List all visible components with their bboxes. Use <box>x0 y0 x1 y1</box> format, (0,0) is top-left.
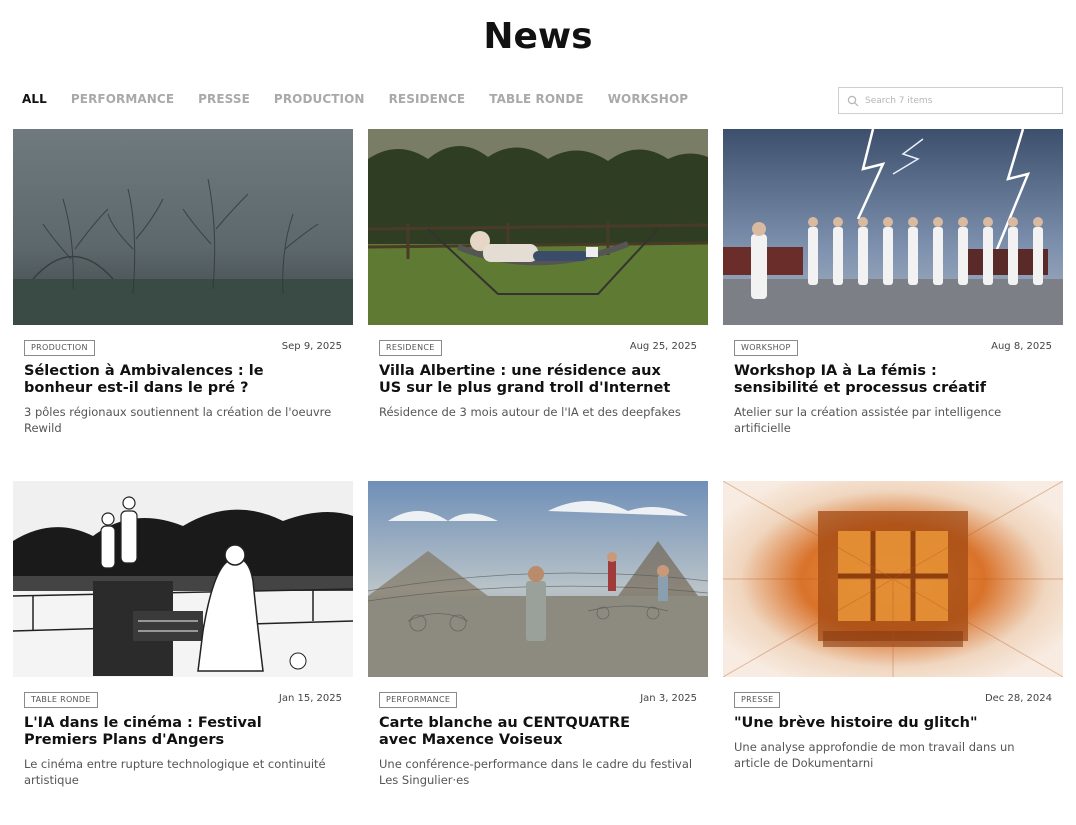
filter-table-ronde[interactable]: TABLE RONDE <box>489 92 583 106</box>
card-title-line-2: bonheur est-il dans le pré ? <box>24 380 249 396</box>
news-thumbnail[interactable] <box>368 129 708 325</box>
post-date: Aug 8, 2025 <box>991 341 1052 352</box>
category-tag: RESIDENCE <box>379 340 442 356</box>
card-title-line-2: avec Maxence Voiseux <box>379 732 563 748</box>
card-description: 3 pôles régionaux soutiennent la créatio… <box>24 405 332 435</box>
search-icon <box>847 95 859 106</box>
card-title[interactable]: "Une brève histoire du glitch" <box>734 715 1054 732</box>
filter-residence[interactable]: RESIDENCE <box>389 92 466 106</box>
post-date: Jan 3, 2025 <box>640 693 697 704</box>
news-card[interactable]: WORKSHOP Aug 8, 2025 Workshop IA à La fé… <box>723 129 1063 449</box>
news-card[interactable]: TABLE RONDE Jan 15, 2025 L'IA dans le ci… <box>13 481 353 801</box>
filter-performance[interactable]: PERFORMANCE <box>71 92 174 106</box>
card-title[interactable]: L'IA dans le cinéma : Festival Premiers … <box>24 715 344 749</box>
news-thumbnail[interactable] <box>368 481 708 677</box>
post-date: Sep 9, 2025 <box>281 341 342 352</box>
filter-production[interactable]: PRODUCTION <box>274 92 365 106</box>
card-title-line-1: Carte blanche au CENTQUATRE <box>379 715 631 731</box>
news-thumbnail[interactable] <box>13 129 353 325</box>
card-title-line-1: Villa Albertine : une résidence aux <box>379 363 661 379</box>
news-card[interactable]: PRESSE Dec 28, 2024 "Une brève histoire … <box>723 481 1063 801</box>
thumbnail-glitch-abstract <box>723 481 1063 677</box>
card-title-line-2: US sur le plus grand troll d'Internet <box>379 380 671 396</box>
card-title[interactable]: Villa Albertine : une résidence aux US s… <box>379 363 699 397</box>
card-description: Résidence de 3 mois autour de l'IA et de… <box>379 405 681 419</box>
card-description: Le cinéma entre rupture technologique et… <box>24 757 326 787</box>
filter-all[interactable]: ALL <box>22 92 47 106</box>
thumbnail-foggy-landscape <box>13 129 353 325</box>
card-title[interactable]: Workshop IA à La fémis : sensibilité et … <box>734 363 1054 397</box>
card-description: Atelier sur la création assistée par int… <box>734 405 1002 435</box>
search-box[interactable] <box>838 87 1063 114</box>
thumbnail-lightning-procession <box>723 129 1063 325</box>
card-description: Une analyse approfondie de mon travail d… <box>734 740 1015 770</box>
card-title-line-1: "Une brève histoire du glitch" <box>734 715 978 731</box>
filter-presse[interactable]: PRESSE <box>198 92 250 106</box>
category-tag: PRODUCTION <box>24 340 95 356</box>
news-card[interactable]: PRODUCTION Sep 9, 2025 Sélection à Ambiv… <box>13 129 353 449</box>
news-thumbnail[interactable] <box>723 129 1063 325</box>
news-card[interactable]: RESIDENCE Aug 25, 2025 Villa Albertine :… <box>368 129 708 449</box>
news-card[interactable]: PERFORMANCE Jan 3, 2025 Carte blanche au… <box>368 481 708 801</box>
search-input[interactable] <box>865 95 1055 106</box>
thumbnail-hammock-scene <box>368 129 708 325</box>
post-date: Jan 15, 2025 <box>278 693 342 704</box>
card-title-line-1: L'IA dans le cinéma : Festival <box>24 715 262 731</box>
card-title-line-1: Workshop IA à La fémis : <box>734 363 937 379</box>
card-title-line-2: Premiers Plans d'Angers <box>24 732 225 748</box>
post-date: Dec 28, 2024 <box>984 693 1052 704</box>
card-title-line-2: sensibilité et processus créatif <box>734 380 987 396</box>
card-description: Une conférence-performance dans le cadre… <box>379 757 693 787</box>
thumbnail-3d-field-scene <box>368 481 708 677</box>
card-title[interactable]: Carte blanche au CENTQUATRE avec Maxence… <box>379 715 699 749</box>
thumbnail-piano-illustration <box>13 481 353 677</box>
filter-workshop[interactable]: WORKSHOP <box>608 92 688 106</box>
card-title-line-1: Sélection à Ambivalences : le <box>24 363 264 379</box>
news-thumbnail[interactable] <box>13 481 353 677</box>
category-tag: TABLE RONDE <box>24 692 98 708</box>
card-title[interactable]: Sélection à Ambivalences : le bonheur es… <box>24 363 344 397</box>
news-thumbnail[interactable] <box>723 481 1063 677</box>
category-tag: PERFORMANCE <box>379 692 458 708</box>
category-filter-bar: ALL PERFORMANCE PRESSE PRODUCTION RESIDE… <box>22 92 712 106</box>
category-tag: WORKSHOP <box>734 340 798 356</box>
post-date: Aug 25, 2025 <box>629 341 697 352</box>
page-title: News <box>483 16 593 57</box>
category-tag: PRESSE <box>734 692 781 708</box>
